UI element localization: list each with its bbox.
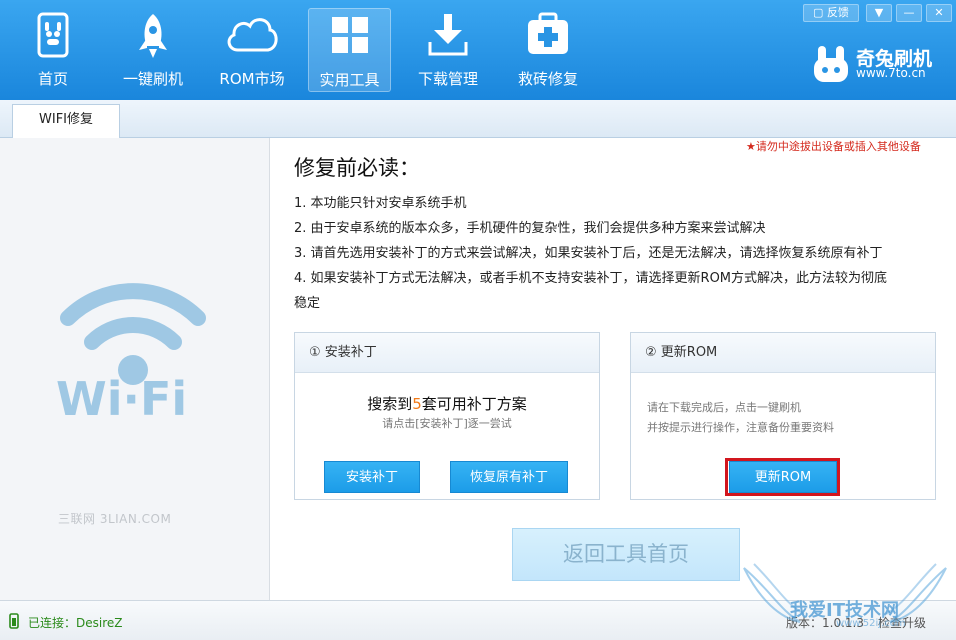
cloud-icon (224, 12, 280, 60)
chevron-down-icon: ▼ (874, 6, 884, 19)
warning-text: ★请勿中途拔出设备或插入其他设备 (746, 140, 921, 153)
nav-brick-repair[interactable]: 救砖修复 (508, 8, 588, 92)
nav-one-click-flash-label: 一键刷机 (122, 70, 183, 88)
menu-dropdown-button[interactable]: ▼ (866, 4, 892, 22)
rom-instruction-1: 请在下载完成后，点击一键刷机 (647, 401, 801, 414)
search-prefix: 搜索到 (367, 395, 413, 413)
feedback-button[interactable]: ▢ 反馈 (803, 4, 859, 22)
brand-logo: 奇兔刷机 www.7to.cn (812, 42, 952, 86)
rom-instruction-2: 并按提示进行操作，注意备份重要资料 (647, 421, 834, 434)
patch-count: 5 (412, 395, 422, 413)
rule-line: 3. 请首先选用安装补丁的方式来尝试解决，如果安装补丁后，还是无法解决，请选择恢… (294, 246, 883, 261)
nav-brick-repair-label: 救砖修复 (517, 70, 578, 88)
watermark-3lian: 三联网 3LIAN.COM (58, 512, 172, 526)
close-button[interactable]: ✕ (926, 4, 952, 22)
back-to-tools-button[interactable]: 返回工具首页 (512, 528, 740, 581)
brand-url: www.7to.cn (856, 66, 926, 80)
wifi-logo: Wi·Fi (56, 250, 208, 426)
nav-utilities-label: 实用工具 (319, 71, 380, 89)
feedback-icon: ▢ (813, 6, 827, 19)
page-title: 修复前必读： (294, 156, 420, 180)
patch-card: ① 安装补丁 搜索到5套可用补丁方案 请点击[安装补丁]逐一尝试 安装补丁 恢复… (294, 332, 600, 500)
patch-search-result: 搜索到5套可用补丁方案 (295, 393, 599, 414)
rule-line: 4. 如果安装补丁方式无法解决，或者手机不支持安装补丁，请选择更新ROM方式解决… (294, 271, 888, 286)
rule-line: 稳定 (294, 296, 321, 311)
tab-wifi-repair[interactable]: WIFI修复 (12, 104, 120, 139)
nav-utilities[interactable]: 实用工具 (308, 8, 391, 92)
rule-line: 2. 由于安卓系统的版本众多，手机硬件的复杂性，我们会提供多种方案来尝试解决 (294, 221, 766, 236)
nav-home-label: 首页 (37, 70, 68, 88)
highlight-box (725, 458, 840, 496)
patch-card-header: ① 安装补丁 (295, 333, 599, 373)
medkit-icon (526, 12, 570, 60)
nav-rom-market[interactable]: ROM市场 (210, 8, 294, 92)
nav-home[interactable]: 首页 (14, 8, 92, 92)
patch-hint: 请点击[安装补丁]逐一尝试 (382, 417, 512, 430)
rabbit-logo-icon (814, 46, 848, 82)
feedback-label: 反馈 (826, 6, 849, 19)
nav-download-manager-label: 下载管理 (417, 70, 478, 88)
watermark-52ij: 我爱IT技术网 www.52ij.com (740, 560, 950, 640)
tab-strip: WIFI修复 (0, 100, 956, 139)
restore-patch-button[interactable]: 恢复原有补丁 (450, 461, 568, 493)
close-icon: ✕ (934, 6, 944, 19)
watermark-52ij-url: www.52ij.com (836, 618, 906, 629)
phone-icon (35, 12, 71, 62)
nav-one-click-flash[interactable]: 一键刷机 (114, 8, 192, 92)
left-panel: Wi·Fi 三联网 3LIAN.COM (0, 138, 270, 600)
rom-card-header: ② 更新ROM (631, 333, 935, 373)
nav-download-manager[interactable]: 下载管理 (408, 8, 488, 92)
download-icon (426, 12, 470, 62)
rule-line: 1. 本功能只针对安卓系统手机 (294, 196, 467, 211)
wifi-logo-text: Wi·Fi (56, 372, 188, 426)
install-patch-button[interactable]: 安装补丁 (324, 461, 420, 493)
rocket-icon (135, 12, 171, 64)
main-toolbar: 首页 一键刷机 ROM市场 实用工具 下载管理 救砖修复 ▢ 反馈 ▼ — ✕ … (0, 0, 956, 100)
minimize-icon: — (903, 6, 915, 19)
minimize-button[interactable]: — (896, 4, 922, 22)
connection-status: 已连接：DesireZ (28, 616, 123, 630)
grid-icon (330, 13, 370, 61)
device-connected-icon (9, 613, 19, 629)
search-suffix: 套可用补丁方案 (421, 395, 527, 413)
nav-rom-market-label: ROM市场 (219, 70, 285, 88)
